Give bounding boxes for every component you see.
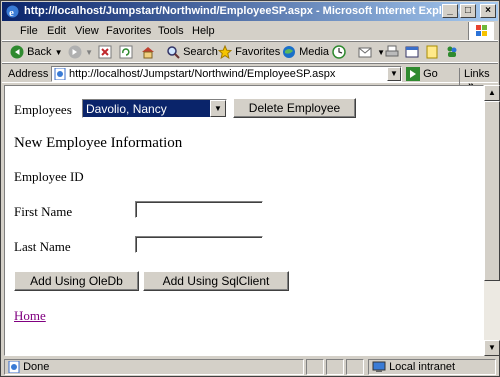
favorites-star-icon bbox=[217, 44, 233, 60]
mail-icon bbox=[358, 47, 372, 58]
add-using-sqlclient-button[interactable]: Add Using SqlClient bbox=[143, 271, 289, 291]
go-arrow-icon bbox=[406, 67, 420, 81]
window-title: http://localhost/Jumpstart/Northwind/Emp… bbox=[24, 5, 464, 17]
page-viewport: Employees Davolio, Nancy ▼ Delete Employ… bbox=[4, 85, 484, 356]
status-bar: Done Local intranet bbox=[2, 357, 498, 376]
menu-tools[interactable]: Tools bbox=[158, 25, 184, 37]
discuss-button[interactable] bbox=[425, 45, 439, 61]
edit-button[interactable] bbox=[405, 45, 419, 61]
scroll-thumb[interactable] bbox=[484, 101, 500, 281]
home-icon bbox=[142, 47, 154, 59]
page-icon bbox=[426, 45, 438, 59]
edit-icon bbox=[405, 46, 419, 58]
forward-button[interactable]: ▼ bbox=[68, 45, 93, 61]
employee-select[interactable]: Davolio, Nancy ▼ bbox=[82, 99, 227, 118]
last-name-label: Last Name bbox=[14, 239, 71, 254]
address-dropdown-button[interactable]: ▼ bbox=[387, 67, 401, 81]
intranet-icon bbox=[372, 361, 386, 373]
stop-button[interactable] bbox=[98, 45, 112, 61]
maximize-button[interactable]: □ bbox=[460, 4, 476, 18]
page-icon bbox=[8, 360, 20, 374]
menu-favorites[interactable]: Favorites bbox=[106, 25, 151, 37]
media-button[interactable]: Media bbox=[282, 45, 329, 61]
menu-bar: File Edit View Favorites Tools Help bbox=[2, 21, 498, 41]
favorites-label: Favorites bbox=[235, 45, 281, 58]
last-name-input[interactable] bbox=[135, 236, 263, 253]
menu-help[interactable]: Help bbox=[192, 25, 215, 37]
add-using-oledb-button[interactable]: Add Using OleDb bbox=[14, 271, 139, 291]
address-url: http://localhost/Jumpstart/Northwind/Emp… bbox=[69, 68, 336, 80]
search-label: Search bbox=[183, 45, 218, 58]
print-icon bbox=[385, 45, 399, 57]
page-content: Employees Davolio, Nancy ▼ Delete Employ… bbox=[5, 86, 483, 355]
browser-window: e http://localhost/Jumpstart/Northwind/E… bbox=[0, 0, 500, 377]
page-icon bbox=[54, 68, 66, 80]
stop-icon bbox=[98, 45, 112, 59]
back-button[interactable]: Back ▼ bbox=[10, 45, 63, 61]
scroll-up-button[interactable]: ▲ bbox=[484, 85, 500, 101]
mail-button[interactable]: ▼ bbox=[358, 45, 385, 61]
media-icon bbox=[283, 46, 295, 58]
links-label: Links bbox=[464, 68, 490, 80]
scroll-down-button[interactable]: ▼ bbox=[484, 340, 500, 356]
forward-arrow-icon bbox=[68, 45, 82, 59]
search-button[interactable]: Search bbox=[166, 45, 218, 61]
employee-select-value: Davolio, Nancy bbox=[86, 102, 167, 116]
history-button[interactable] bbox=[332, 45, 346, 61]
menu-file[interactable]: File bbox=[20, 25, 38, 37]
employees-label: Employees bbox=[14, 102, 72, 117]
close-button[interactable]: × bbox=[480, 4, 496, 18]
back-label: Back bbox=[27, 45, 52, 58]
status-pane-3 bbox=[326, 359, 344, 375]
status-text: Done bbox=[23, 361, 50, 373]
ie-icon: e bbox=[6, 5, 19, 19]
history-icon bbox=[332, 45, 346, 59]
go-button[interactable]: Go bbox=[406, 67, 438, 81]
status-text-pane: Done bbox=[4, 359, 304, 375]
address-label: Address bbox=[8, 68, 49, 80]
refresh-icon bbox=[119, 45, 133, 59]
forward-dropdown-icon: ▼ bbox=[85, 47, 93, 57]
back-dropdown-icon: ▼ bbox=[54, 47, 63, 57]
home-link[interactable]: Home bbox=[14, 308, 46, 324]
title-bar: e http://localhost/Jumpstart/Northwind/E… bbox=[2, 2, 498, 21]
status-pane-2 bbox=[306, 359, 324, 375]
messenger-icon bbox=[447, 46, 457, 57]
first-name-label: First Name bbox=[14, 204, 73, 219]
media-label: Media bbox=[299, 45, 330, 58]
section-heading: New Employee Information bbox=[14, 135, 183, 151]
chevron-down-icon[interactable]: ▼ bbox=[210, 100, 226, 117]
minimize-button[interactable]: _ bbox=[442, 4, 458, 18]
menu-view[interactable]: View bbox=[75, 25, 99, 37]
address-bar: Address http://localhost/Jumpstart/North… bbox=[2, 63, 498, 92]
zone-text: Local intranet bbox=[389, 361, 456, 373]
home-button[interactable] bbox=[140, 45, 156, 61]
svg-text:e: e bbox=[9, 7, 14, 19]
windows-flag-icon bbox=[468, 22, 494, 40]
favorites-button[interactable]: Favorites bbox=[217, 44, 281, 61]
status-pane-4 bbox=[346, 359, 364, 375]
employee-id-label: Employee ID bbox=[14, 169, 84, 184]
print-button[interactable] bbox=[385, 45, 399, 61]
delete-employee-button[interactable]: Delete Employee bbox=[233, 98, 356, 118]
go-label: Go bbox=[423, 67, 438, 80]
mail-dropdown-icon: ▼ bbox=[377, 47, 385, 57]
menu-edit[interactable]: Edit bbox=[47, 25, 66, 37]
first-name-input[interactable] bbox=[135, 201, 263, 218]
zone-pane: Local intranet bbox=[368, 359, 496, 375]
refresh-button[interactable] bbox=[119, 45, 133, 61]
messenger-button[interactable] bbox=[445, 45, 459, 61]
address-input[interactable]: http://localhost/Jumpstart/Northwind/Emp… bbox=[51, 66, 402, 82]
vertical-scrollbar[interactable]: ▲ ▼ bbox=[484, 85, 500, 356]
standard-toolbar: Back ▼ ▼ Search Favorites Media ▼ bbox=[2, 41, 498, 63]
back-arrow-icon bbox=[10, 45, 24, 59]
search-icon bbox=[167, 46, 180, 59]
